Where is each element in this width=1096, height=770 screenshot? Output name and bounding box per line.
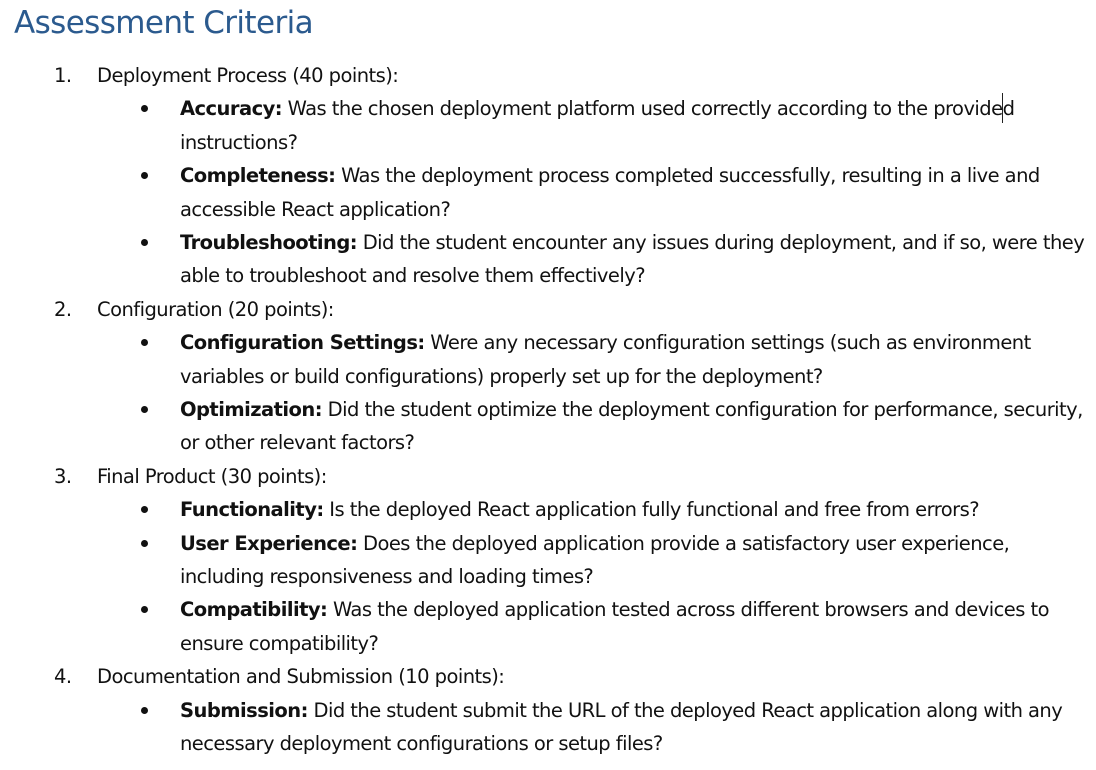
criteria-section: 2. Configuration (20 points): Configurat…	[0, 293, 1096, 460]
bullet-icon	[141, 239, 148, 247]
section-header: 4. Documentation and Submission (10 poin…	[0, 660, 1096, 693]
section-number: 1.	[54, 64, 72, 87]
criteria-item: Functionality: Is the deployed React app…	[0, 493, 1090, 526]
criteria-section: 3. Final Product (30 points): Functional…	[0, 460, 1096, 660]
criteria-text: Did the student submit the URL of the de…	[180, 698, 1063, 756]
criteria-term: Compatibility:	[180, 598, 328, 622]
criteria-term: Troubleshooting:	[180, 231, 358, 255]
criteria-term: Accuracy:	[180, 97, 283, 121]
section-number: 4.	[54, 665, 72, 689]
section-title: Deployment Process (40 points):	[97, 64, 399, 87]
section-header: 1. Deployment Process (40 points):	[0, 59, 1096, 92]
criteria-item: Compatibility: Was the deployed applicat…	[0, 593, 1090, 660]
criteria-term: Optimization:	[180, 398, 323, 422]
bullet-icon	[141, 539, 148, 547]
bullet-icon	[141, 172, 148, 180]
text-cursor	[1002, 93, 1003, 123]
criteria-term: Submission:	[180, 698, 308, 722]
criteria-item: Accuracy: Was the chosen deployment plat…	[0, 92, 1090, 159]
criteria-section: 4. Documentation and Submission (10 poin…	[0, 660, 1096, 760]
criteria-bullets: Submission: Did the student submit the U…	[0, 694, 1096, 761]
criteria-bullets: Functionality: Is the deployed React app…	[0, 493, 1096, 660]
bullet-icon	[141, 406, 148, 414]
criteria-bullets: Configuration Settings: Were any necessa…	[0, 326, 1096, 460]
section-title: Configuration (20 points):	[97, 297, 334, 321]
criteria-item: Submission: Did the student submit the U…	[0, 694, 1090, 761]
criteria-item: Troubleshooting: Did the student encount…	[0, 226, 1090, 293]
page-heading: Assessment Criteria	[14, 5, 314, 41]
bullet-icon	[141, 706, 148, 714]
bullet-icon	[141, 506, 148, 514]
criteria-text: Was the chosen deployment platform used …	[180, 97, 1015, 154]
bullet-icon	[141, 105, 148, 113]
document-page: Assessment Criteria 1. Deployment Proces…	[0, 0, 1096, 770]
criteria-list: 1. Deployment Process (40 points): Accur…	[0, 59, 1096, 760]
section-number: 2.	[54, 297, 72, 321]
criteria-text: Is the deployed React application fully …	[329, 498, 979, 522]
section-header: 3. Final Product (30 points):	[0, 460, 1096, 493]
section-number: 3.	[54, 464, 72, 488]
criteria-term: Configuration Settings:	[180, 331, 425, 355]
criteria-term: Functionality:	[180, 498, 324, 522]
criteria-section: 1. Deployment Process (40 points): Accur…	[0, 59, 1096, 293]
section-header: 2. Configuration (20 points):	[0, 293, 1096, 326]
section-title: Documentation and Submission (10 points)…	[97, 665, 505, 689]
criteria-bullets: Accuracy: Was the chosen deployment plat…	[0, 92, 1096, 292]
criteria-term: User Experience:	[180, 531, 358, 555]
section-title: Final Product (30 points):	[97, 464, 327, 488]
criteria-item: User Experience: Does the deployed appli…	[0, 527, 1090, 594]
bullet-icon	[141, 606, 148, 614]
bullet-icon	[141, 339, 148, 347]
criteria-item: Configuration Settings: Were any necessa…	[0, 326, 1090, 393]
criteria-item: Completeness: Was the deployment process…	[0, 159, 1090, 226]
criteria-item: Optimization: Did the student optimize t…	[0, 393, 1090, 460]
criteria-term: Completeness:	[180, 164, 336, 188]
